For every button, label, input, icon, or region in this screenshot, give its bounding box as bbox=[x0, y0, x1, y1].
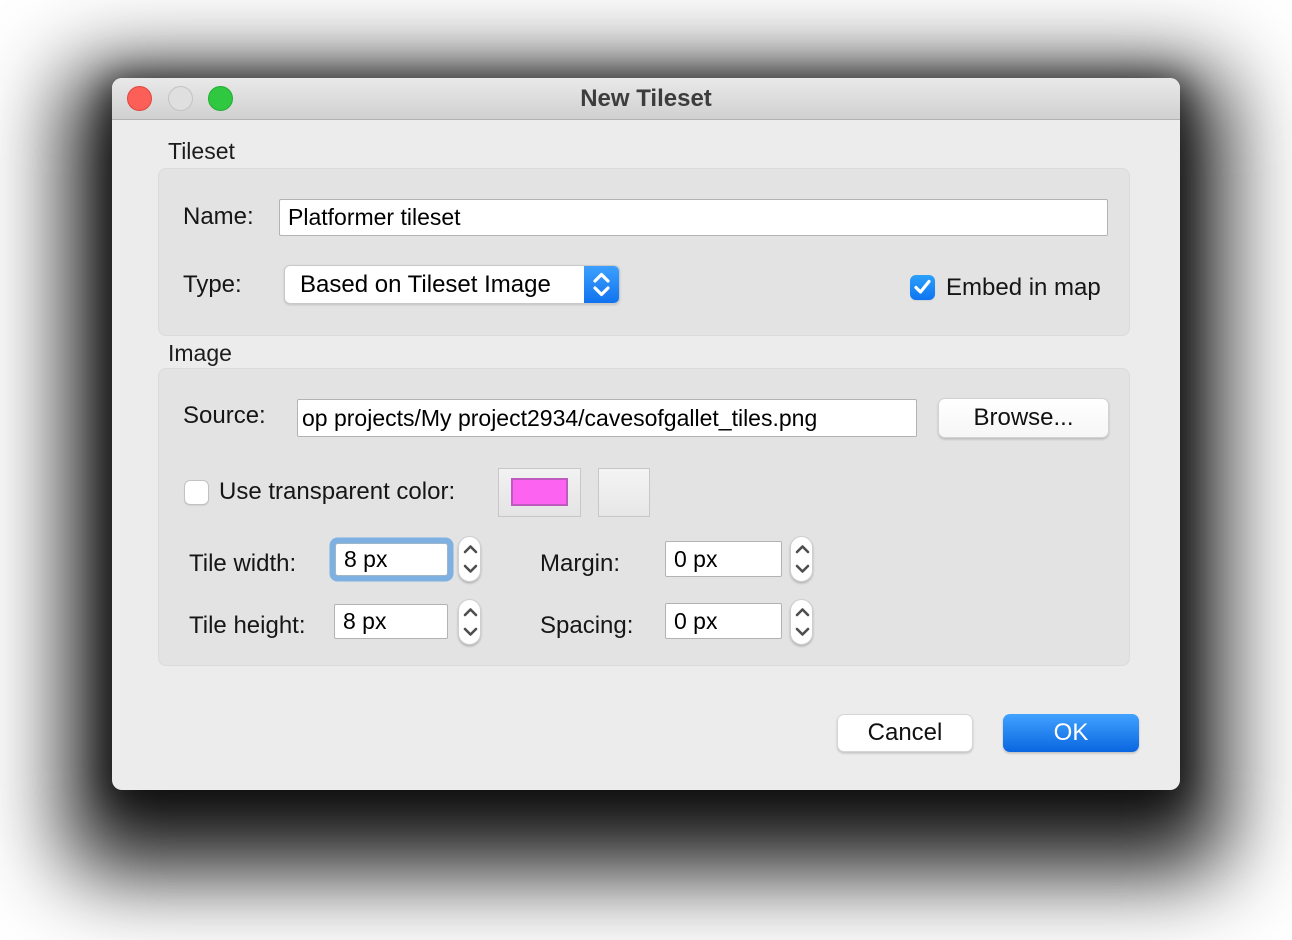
image-group-label: Image bbox=[168, 340, 232, 367]
name-label: Name: bbox=[183, 203, 254, 231]
margin-label: Margin: bbox=[540, 550, 620, 578]
source-label: Source: bbox=[183, 402, 266, 430]
spacing-input[interactable] bbox=[665, 603, 782, 639]
browse-button[interactable]: Browse... bbox=[938, 398, 1109, 438]
tile-height-label: Tile height: bbox=[189, 612, 306, 640]
spacing-label: Spacing: bbox=[540, 612, 633, 640]
transparent-color-swatch bbox=[511, 478, 568, 506]
use-transparent-color-label: Use transparent color: bbox=[219, 478, 455, 506]
cancel-button[interactable]: Cancel bbox=[837, 714, 973, 752]
embed-in-map-checkbox[interactable] bbox=[910, 275, 935, 300]
window-title: New Tileset bbox=[112, 78, 1180, 120]
title-bar[interactable]: New Tileset bbox=[112, 78, 1180, 120]
transparent-color-button[interactable] bbox=[498, 468, 581, 517]
tile-height-stepper[interactable] bbox=[458, 599, 481, 645]
use-transparent-color-checkbox[interactable] bbox=[184, 480, 209, 505]
type-select[interactable]: Based on Tileset Image bbox=[284, 265, 620, 304]
tileset-group-label: Tileset bbox=[168, 138, 235, 165]
new-tileset-dialog: New Tileset Tileset Name: Type: Based on… bbox=[112, 78, 1180, 790]
embed-in-map-label: Embed in map bbox=[946, 274, 1101, 302]
type-label: Type: bbox=[183, 271, 242, 299]
name-input[interactable] bbox=[279, 199, 1108, 236]
margin-input[interactable] bbox=[665, 541, 782, 577]
source-input[interactable] bbox=[297, 399, 917, 437]
ok-button[interactable]: OK bbox=[1003, 714, 1139, 752]
tileset-groupbox bbox=[158, 168, 1130, 336]
tile-width-input[interactable] bbox=[335, 543, 448, 576]
spacing-stepper[interactable] bbox=[790, 599, 813, 645]
type-selected-value: Based on Tileset Image bbox=[300, 266, 551, 303]
popup-chevrons-icon bbox=[584, 266, 619, 303]
margin-stepper[interactable] bbox=[790, 536, 813, 582]
tile-height-input[interactable] bbox=[334, 604, 448, 639]
color-picker-button[interactable] bbox=[598, 468, 650, 517]
tile-width-label: Tile width: bbox=[189, 550, 296, 578]
tile-width-stepper[interactable] bbox=[458, 536, 481, 582]
